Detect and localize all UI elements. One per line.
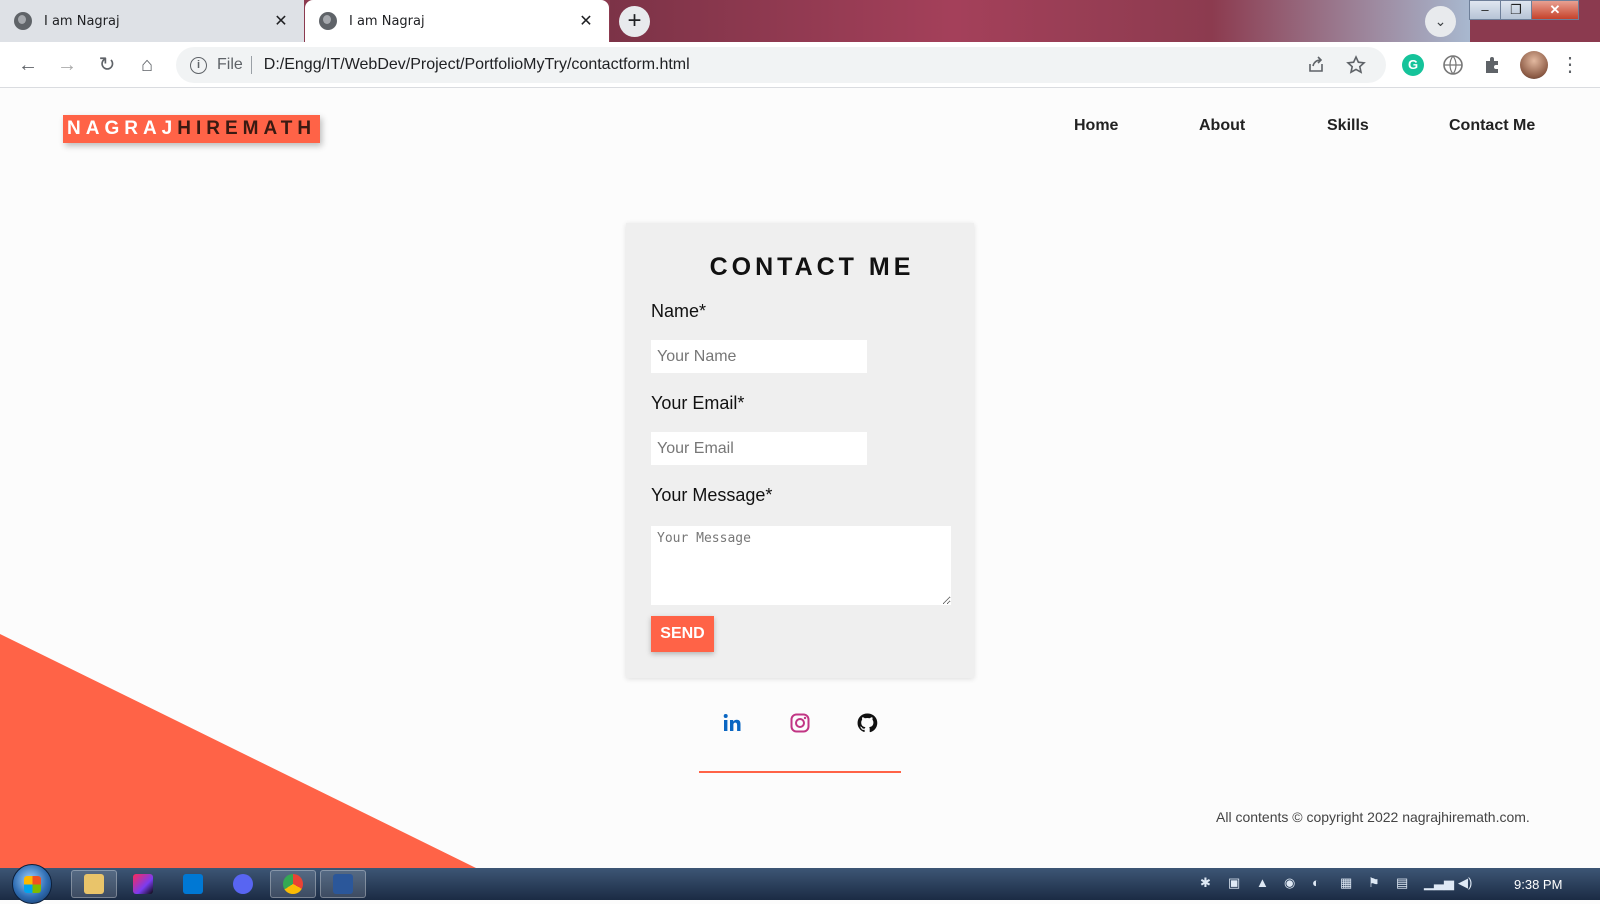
footer-copyright: All contents © copyright 2022 nagrajhire… bbox=[1216, 809, 1530, 825]
globe-icon bbox=[319, 12, 337, 30]
name-label: Name* bbox=[651, 301, 707, 321]
contact-form-card: CONTACT ME Name* Your Email* Your Messag… bbox=[626, 223, 974, 678]
nav-skills[interactable]: Skills bbox=[1327, 117, 1369, 135]
email-input[interactable] bbox=[651, 432, 867, 465]
translate-globe-icon[interactable] bbox=[1442, 54, 1464, 76]
chrome-icon bbox=[283, 874, 303, 894]
new-tab-button[interactable]: + bbox=[619, 6, 650, 37]
home-button[interactable]: ⌂ bbox=[127, 42, 167, 88]
back-button[interactable]: ← bbox=[8, 42, 48, 88]
browser-tab[interactable]: I am Nagraj ✕ bbox=[0, 0, 304, 42]
taskbar-vscode[interactable] bbox=[170, 870, 216, 898]
site-logo[interactable]: NAGRAJHIREMATH bbox=[63, 115, 321, 143]
taskbar-word[interactable] bbox=[320, 870, 366, 898]
browser-toolbar: ← → ↻ ⌂ i File D:/Engg/IT/WebDev/Project… bbox=[0, 42, 1600, 88]
github-icon[interactable] bbox=[855, 711, 879, 735]
nav-about[interactable]: About bbox=[1199, 117, 1245, 135]
share-icon[interactable] bbox=[1306, 55, 1326, 75]
intellij-icon bbox=[133, 874, 153, 894]
form-title: CONTACT ME bbox=[709, 253, 915, 281]
bluetooth-icon[interactable]: ✱ bbox=[1200, 875, 1211, 891]
browser-tab-active[interactable]: I am Nagraj ✕ bbox=[305, 0, 609, 42]
chrome-tray-icon[interactable]: ◉ bbox=[1284, 875, 1295, 891]
message-textarea[interactable] bbox=[651, 526, 951, 605]
network-app-icon[interactable]: ▦ bbox=[1340, 875, 1352, 891]
taskbar-clock[interactable]: 9:38 PM bbox=[1514, 877, 1562, 892]
taskbar-discord[interactable] bbox=[220, 870, 266, 898]
discord-icon bbox=[233, 874, 253, 894]
name-input[interactable] bbox=[651, 340, 867, 373]
word-icon bbox=[333, 874, 353, 894]
taskbar-file-explorer[interactable] bbox=[71, 870, 117, 898]
send-button[interactable]: SEND bbox=[651, 616, 714, 652]
profile-avatar[interactable] bbox=[1520, 51, 1548, 79]
window-titlebar-glass bbox=[610, 0, 1470, 42]
window-controls: – ❐ ✕ bbox=[1469, 0, 1579, 22]
social-divider bbox=[699, 771, 901, 773]
linkedin-icon[interactable] bbox=[721, 711, 745, 735]
close-window-button[interactable]: ✕ bbox=[1531, 0, 1579, 20]
address-bar[interactable]: i File D:/Engg/IT/WebDev/Project/Portfol… bbox=[176, 47, 1386, 83]
volume-icon[interactable]: ◀) bbox=[1458, 875, 1472, 891]
tab-strip: I am Nagraj ✕ I am Nagraj ✕ + ⌄ – ❐ ✕ bbox=[0, 0, 1600, 42]
tab-close-icon[interactable]: ✕ bbox=[577, 11, 595, 31]
nav-contact[interactable]: Contact Me bbox=[1449, 117, 1535, 135]
safely-remove-icon[interactable]: ▤ bbox=[1396, 875, 1408, 891]
nav-home[interactable]: Home bbox=[1074, 117, 1118, 135]
info-icon[interactable]: i bbox=[190, 56, 207, 74]
taskbar-chrome[interactable] bbox=[270, 870, 316, 898]
menu-kebab-icon[interactable]: ⋮ bbox=[1560, 52, 1580, 77]
page-viewport: NAGRAJHIREMATH Home About Skills Contact… bbox=[0, 88, 1600, 868]
tab-close-icon[interactable]: ✕ bbox=[272, 11, 290, 31]
taskbar-intellij[interactable] bbox=[120, 870, 166, 898]
logo-last-name: HIREMATH bbox=[177, 118, 317, 139]
url-text[interactable]: D:/Engg/IT/WebDev/Project/PortfolioMyTry… bbox=[264, 56, 690, 74]
restore-button[interactable]: ❐ bbox=[1500, 0, 1532, 20]
url-scheme: File bbox=[217, 56, 252, 74]
vscode-icon bbox=[183, 874, 203, 894]
start-button[interactable] bbox=[12, 864, 52, 904]
reload-button[interactable]: ↻ bbox=[87, 42, 127, 88]
globe-icon bbox=[14, 12, 32, 30]
action-center-flag-icon[interactable]: ⚑ bbox=[1368, 875, 1380, 891]
drive-icon[interactable]: ▲ bbox=[1256, 875, 1269, 890]
minimize-button[interactable]: – bbox=[1469, 0, 1501, 20]
tab-search-button[interactable]: ⌄ bbox=[1425, 6, 1456, 37]
grammarly-icon[interactable]: G bbox=[1402, 54, 1424, 76]
forward-button[interactable]: → bbox=[47, 42, 87, 88]
tray-app-icon[interactable]: ▣ bbox=[1228, 875, 1240, 891]
instagram-icon[interactable] bbox=[788, 711, 812, 735]
email-label: Your Email* bbox=[651, 393, 745, 413]
tab-title: I am Nagraj bbox=[44, 13, 120, 29]
folder-icon bbox=[84, 874, 104, 894]
logo-first-name: NAGRAJ bbox=[67, 118, 178, 139]
signal-icon[interactable]: ▁▃▅ bbox=[1424, 875, 1454, 891]
tab-title: I am Nagraj bbox=[349, 13, 425, 29]
edge-tray-icon[interactable]: ◐ bbox=[1312, 875, 1320, 890]
bookmark-star-icon[interactable] bbox=[1346, 55, 1366, 75]
windows-taskbar: ✱ ▣ ▲ ◉ ◐ ▦ ⚑ ▤ ▁▃▅ ◀) 9:38 PM bbox=[0, 864, 1600, 904]
message-label: Your Message* bbox=[651, 485, 773, 505]
extensions-puzzle-icon[interactable] bbox=[1482, 54, 1504, 76]
